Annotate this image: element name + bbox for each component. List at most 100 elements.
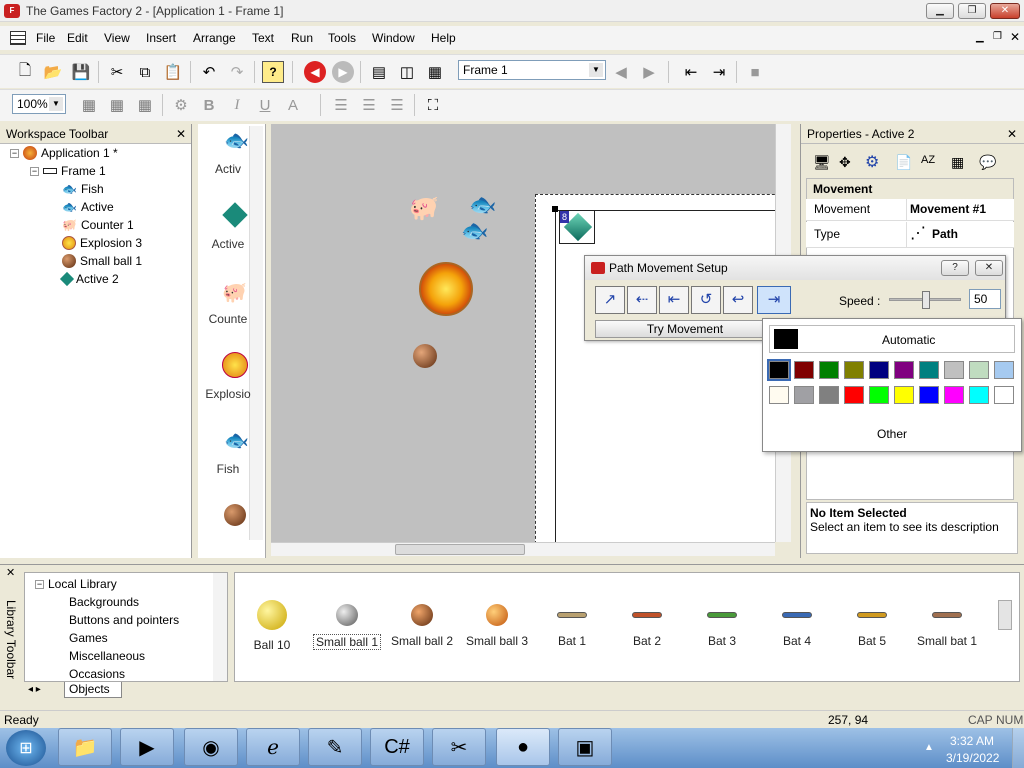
color-swatch[interactable] xyxy=(994,386,1014,404)
office-taskbar-icon[interactable]: ▣ xyxy=(558,728,612,766)
save-icon[interactable]: 💾 xyxy=(70,61,92,83)
explorer-taskbar-icon[interactable]: 📁 xyxy=(58,728,112,766)
library-tab-objects[interactable]: Objects xyxy=(64,682,122,698)
color-swatch[interactable] xyxy=(894,361,914,379)
next-frame-icon[interactable]: ▶ xyxy=(638,61,660,83)
library-item[interactable]: Ball 10 xyxy=(234,598,310,652)
collapse-icon[interactable]: − xyxy=(35,579,44,589)
goto-frame-end-icon[interactable]: ⇥ xyxy=(708,61,730,83)
menu-arrange[interactable]: Arrange xyxy=(193,31,236,45)
color-swatch[interactable] xyxy=(919,386,939,404)
color-swatch[interactable] xyxy=(767,359,791,381)
help-icon[interactable]: ? xyxy=(262,61,284,83)
object-label[interactable]: Counte xyxy=(202,312,254,326)
new-file-icon[interactable]: 🗋 xyxy=(14,61,36,83)
open-folder-icon[interactable]: 📂 xyxy=(42,61,64,83)
fish-icon[interactable]: 🐟 xyxy=(224,128,249,153)
menu-file[interactable]: File xyxy=(36,31,55,45)
speed-input[interactable]: 50 xyxy=(969,289,1001,309)
object-label[interactable]: Active xyxy=(202,237,254,251)
clock-time[interactable]: 3:32 AM xyxy=(950,734,994,748)
property-row-type[interactable]: Type ⋰ Path xyxy=(806,222,1014,248)
run-back-icon[interactable]: ◀ xyxy=(304,61,326,83)
menu-run[interactable]: Run xyxy=(291,31,313,45)
close-icon[interactable]: ✕ xyxy=(6,566,15,579)
tree-item-games[interactable]: Games xyxy=(69,631,108,645)
zoom-select[interactable]: 100% ▼ xyxy=(12,94,66,114)
snap-icon[interactable]: ▦ xyxy=(106,94,128,116)
tree-item-misc[interactable]: Miscellaneous xyxy=(69,649,145,663)
collapse-icon[interactable]: − xyxy=(10,148,19,158)
about-tab-icon[interactable]: 💬 xyxy=(979,154,996,171)
notes-taskbar-icon[interactable]: ✎ xyxy=(308,728,362,766)
scroll-thumb[interactable] xyxy=(395,544,525,555)
font-icon[interactable]: ⚙ xyxy=(170,94,192,116)
games-factory-taskbar-icon[interactable]: ● xyxy=(496,728,550,766)
ball-icon[interactable] xyxy=(224,504,246,526)
chrome-taskbar-icon[interactable]: ◉ xyxy=(184,728,238,766)
menu-window[interactable]: Window xyxy=(372,31,415,45)
tree-item-buttons[interactable]: Buttons and pointers xyxy=(69,613,179,627)
library-tree-scrollbar[interactable] xyxy=(213,573,227,681)
library-item[interactable]: Small ball 3 xyxy=(459,598,535,648)
goto-frame-start-icon[interactable]: ⇤ xyxy=(680,61,702,83)
redo-icon[interactable]: ↷ xyxy=(226,61,248,83)
csharp-taskbar-icon[interactable]: C# xyxy=(370,728,424,766)
tree-item-local-library[interactable]: − Local Library xyxy=(35,577,117,591)
path-tool-point[interactable]: ⇠ xyxy=(627,286,657,314)
tree-item-active-2[interactable]: Active 2 xyxy=(59,271,119,287)
text-color-icon[interactable]: A xyxy=(282,94,304,116)
display-tab-icon[interactable]: 🖥 xyxy=(813,154,831,171)
library-tab-scroll-left[interactable]: ◂ ▸ xyxy=(28,684,41,695)
movement-tab-icon[interactable]: ⚙ xyxy=(865,152,879,172)
menu-text[interactable]: Text xyxy=(252,31,274,45)
automatic-color-button[interactable]: Automatic xyxy=(769,325,1015,353)
try-movement-button[interactable]: Try Movement xyxy=(595,320,775,338)
color-swatch[interactable] xyxy=(769,386,789,404)
values-tab-icon[interactable]: AZ xyxy=(921,154,935,166)
slider-thumb[interactable] xyxy=(922,291,930,309)
tree-item-backgrounds[interactable]: Backgrounds xyxy=(69,595,139,609)
explosion-sprite[interactable] xyxy=(419,262,473,316)
library-items-scrollbar[interactable] xyxy=(998,600,1012,630)
explosion-icon[interactable] xyxy=(222,352,248,378)
tray-chevron-icon[interactable]: ▲ xyxy=(924,742,934,753)
path-tool-stop[interactable]: ⇤ xyxy=(659,286,689,314)
align-left-icon[interactable]: ☰ xyxy=(330,94,352,116)
ie-taskbar-icon[interactable]: ℯ xyxy=(246,728,300,766)
clock-date[interactable]: 3/19/2022 xyxy=(946,751,999,765)
color-swatch[interactable] xyxy=(994,361,1014,379)
mdi-minimize-button[interactable]: ▁ xyxy=(976,32,984,43)
color-swatch[interactable] xyxy=(794,361,814,379)
run-forward-icon[interactable]: ▶ xyxy=(332,61,354,83)
minimize-button[interactable]: ▁ xyxy=(926,3,954,19)
menu-tools[interactable]: Tools xyxy=(328,31,356,45)
path-tool-line[interactable]: ↗ xyxy=(595,286,625,314)
align-center-icon[interactable]: ☰ xyxy=(358,94,380,116)
small-ball-sprite[interactable] xyxy=(413,344,437,368)
library-item[interactable]: Bat 4 xyxy=(759,598,835,648)
path-tool-loop[interactable]: ↺ xyxy=(691,286,721,314)
cut-icon[interactable]: ✂ xyxy=(106,61,128,83)
pig-sprite[interactable]: 🐖 xyxy=(409,194,439,223)
library-item[interactable]: Small ball 1 xyxy=(309,598,385,650)
italic-icon[interactable]: I xyxy=(226,94,248,116)
copy-icon[interactable]: ⧉ xyxy=(134,61,156,83)
color-swatch[interactable] xyxy=(844,361,864,379)
bold-icon[interactable]: B xyxy=(198,94,220,116)
fish-sprite[interactable]: 🐟 xyxy=(469,192,496,218)
library-item[interactable]: Small ball 2 xyxy=(384,598,460,648)
grid-icon[interactable]: ▦ xyxy=(78,94,100,116)
pig-icon[interactable]: 🐖 xyxy=(222,280,247,305)
selection-handle[interactable] xyxy=(552,206,558,212)
paint-taskbar-icon[interactable]: ✂ xyxy=(432,728,486,766)
close-icon[interactable]: ✕ xyxy=(176,127,186,141)
color-swatch[interactable] xyxy=(819,386,839,404)
frame-editor-icon[interactable]: ◫ xyxy=(396,61,418,83)
library-item[interactable]: Bat 2 xyxy=(609,598,685,648)
color-swatch[interactable] xyxy=(894,386,914,404)
color-swatch[interactable] xyxy=(869,361,889,379)
editor-horizontal-scrollbar[interactable] xyxy=(271,542,775,556)
dialog-help-button[interactable]: ? xyxy=(941,260,969,276)
underline-icon[interactable]: U xyxy=(254,94,276,116)
